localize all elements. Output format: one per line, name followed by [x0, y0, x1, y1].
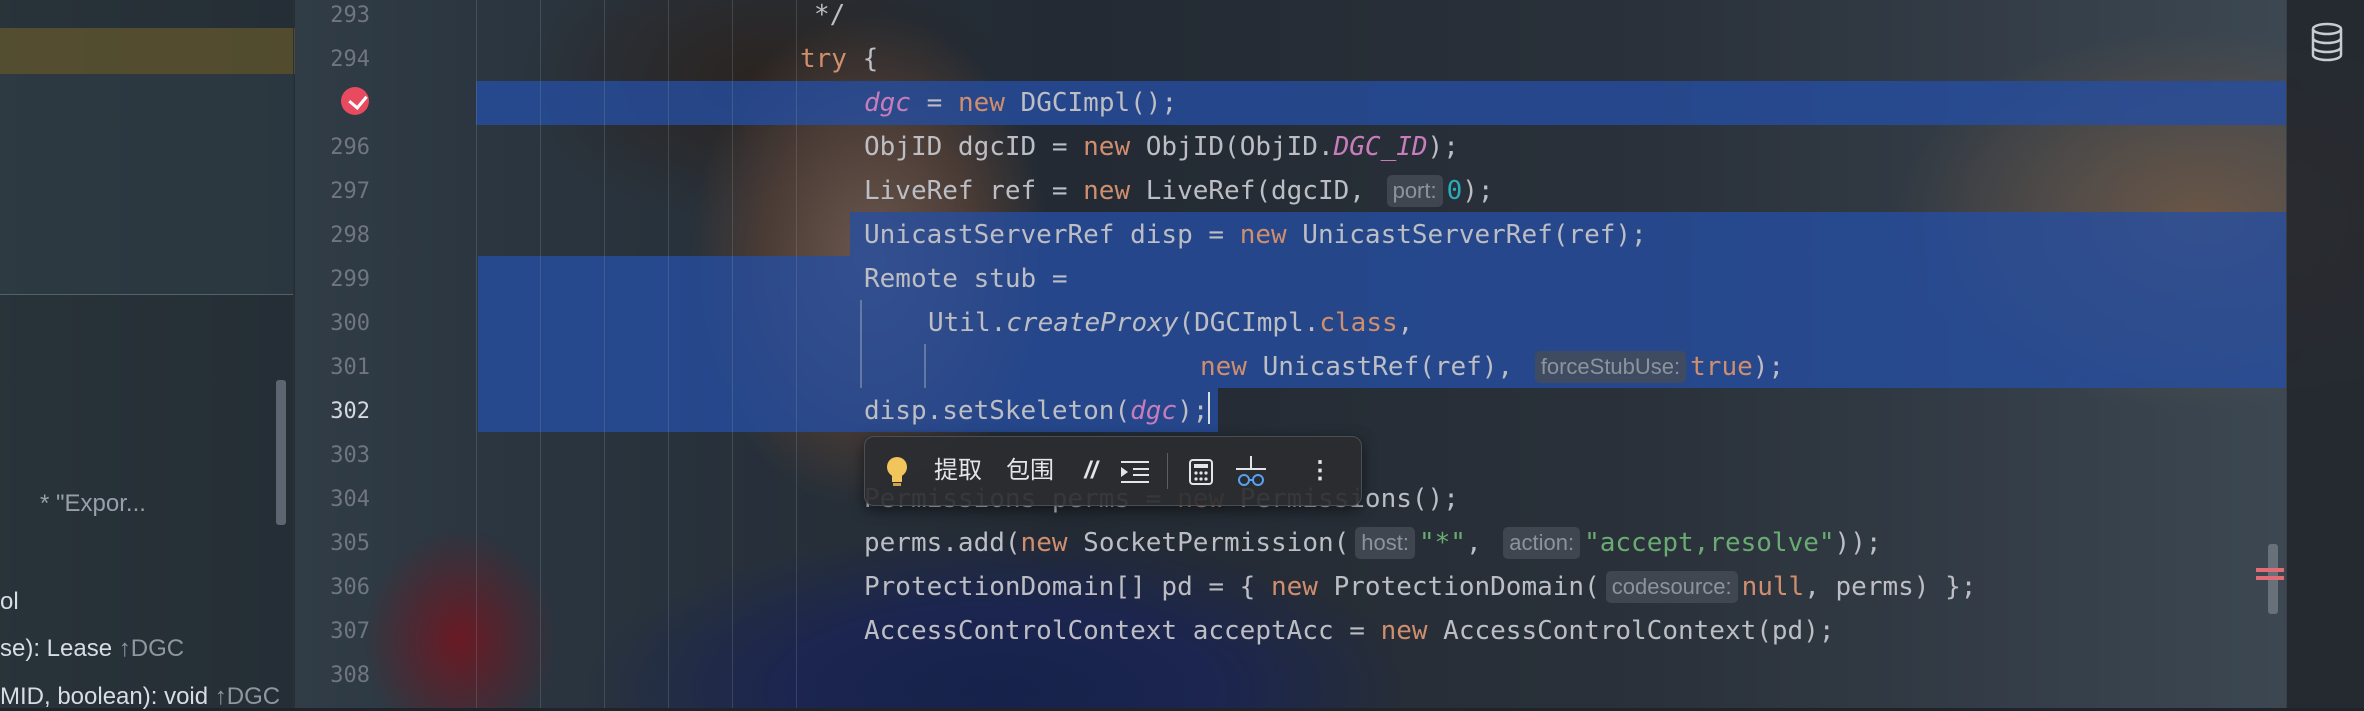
- structure-item[interactable]: se): Lease ↑DGC: [0, 635, 184, 663]
- code-line-295[interactable]: dgc = new DGCImpl();: [864, 81, 1177, 125]
- left-highlight-row[interactable]: [0, 28, 295, 74]
- comment-icon[interactable]: //: [1071, 437, 1111, 505]
- param-hint: action:: [1503, 527, 1581, 559]
- lightbulb-icon[interactable]: [879, 437, 915, 505]
- calculator-icon[interactable]: [1181, 437, 1221, 505]
- indent-guide: [540, 0, 541, 708]
- indent-guide: [604, 0, 605, 708]
- doc-snippet: * "Expor...: [40, 490, 146, 517]
- indent-guide: [476, 0, 477, 708]
- code-line-307[interactable]: AccessControlContext acceptAcc = new Acc…: [864, 609, 1835, 653]
- line-number: 308: [330, 663, 370, 688]
- selection-line-295: [476, 81, 2286, 125]
- param-hint: host:: [1355, 527, 1415, 559]
- database-icon[interactable]: [2310, 22, 2344, 62]
- left-selected-area[interactable]: [0, 74, 294, 295]
- line-number: 304: [330, 487, 370, 512]
- left-panel-divider[interactable]: [293, 0, 294, 708]
- extract-button[interactable]: 提取: [925, 437, 991, 505]
- indent-guide: [796, 0, 797, 708]
- indent-icon[interactable]: [1115, 437, 1155, 505]
- indent-guide: [924, 344, 926, 388]
- toolbar-divider: [1167, 453, 1168, 489]
- code-line-305[interactable]: perms.add(new SocketPermission(host: "*",…: [864, 521, 1882, 565]
- code-line-298[interactable]: UnicastServerRef disp = new UnicastServe…: [864, 213, 1647, 257]
- structure-item[interactable]: MID, boolean): void ↑DGC: [0, 683, 280, 711]
- left-scrollbar[interactable]: [276, 380, 286, 525]
- code-line-306[interactable]: ProtectionDomain[] pd = { new Protection…: [864, 565, 1976, 609]
- floating-code-toolbar: 提取 包围 // ⋮: [864, 436, 1362, 506]
- text-caret: [1208, 392, 1211, 424]
- debug-glasses-icon[interactable]: [1229, 437, 1273, 505]
- surround-button[interactable]: 包围: [997, 437, 1063, 505]
- more-icon[interactable]: ⋮: [1305, 437, 1335, 505]
- structure-item[interactable]: ol: [0, 588, 19, 616]
- breakpoint-icon[interactable]: [341, 87, 369, 115]
- line-number: 293: [330, 3, 370, 28]
- current-line-number: 302: [330, 399, 370, 424]
- code-line-297[interactable]: LiveRef ref = new LiveRef(dgcID, port: 0)…: [864, 169, 1494, 213]
- code-line-294[interactable]: try {: [800, 37, 878, 81]
- line-number: 303: [330, 443, 370, 468]
- code-line-293[interactable]: */: [814, 0, 845, 37]
- line-number: 298: [330, 223, 370, 248]
- line-number: 300: [330, 311, 370, 336]
- param-hint: port:: [1386, 175, 1443, 207]
- param-hint: codesource:: [1605, 571, 1738, 603]
- line-number: 294: [330, 47, 370, 72]
- code-line-302[interactable]: disp.setSkeleton(dgc);: [864, 389, 1211, 433]
- code-line-301[interactable]: new UnicastRef(ref), forceStubUse: true);: [1200, 345, 1784, 389]
- param-hint: forceStubUse:: [1534, 351, 1687, 383]
- line-number: 307: [330, 619, 370, 644]
- indent-guide: [860, 300, 862, 388]
- right-tool-stripe: [2286, 0, 2364, 708]
- line-number: 305: [330, 531, 370, 556]
- error-stripe-marker[interactable]: [2256, 568, 2284, 572]
- line-number: 297: [330, 179, 370, 204]
- indent-guide: [668, 0, 669, 708]
- indent-guide: [732, 0, 733, 708]
- error-stripe-marker[interactable]: [2256, 576, 2284, 580]
- code-line-296[interactable]: ObjID dgcID = new ObjID(ObjID.DGC_ID);: [864, 125, 1459, 169]
- code-line-300[interactable]: Util.createProxy(DGCImpl.class,: [928, 301, 1413, 345]
- line-number: 306: [330, 575, 370, 600]
- line-number: 296: [330, 135, 370, 160]
- line-number: 299: [330, 267, 370, 292]
- line-number: 301: [330, 355, 370, 380]
- code-line-299[interactable]: Remote stub =: [864, 257, 1068, 301]
